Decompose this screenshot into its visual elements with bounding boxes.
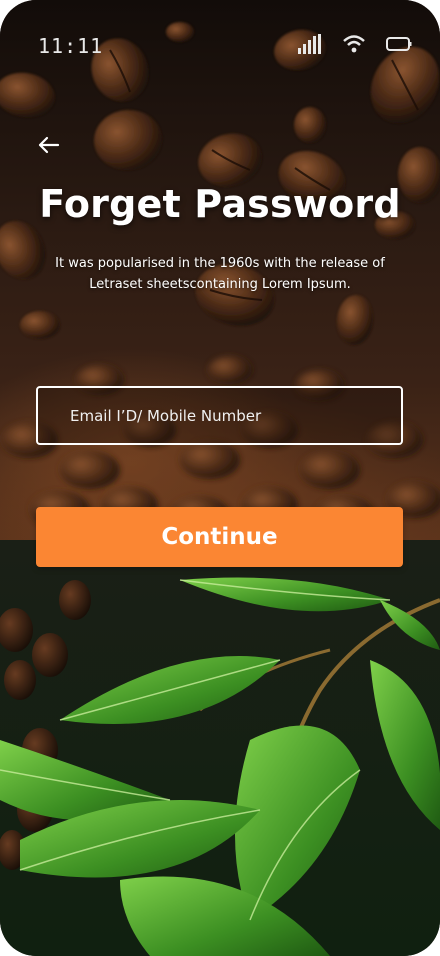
page-title: Forget Password — [39, 182, 401, 226]
signal-icon — [298, 34, 322, 54]
page-subtitle: It was popularised in the 1960s with the… — [55, 256, 385, 292]
coffee-leaves-background — [0, 540, 440, 956]
email-or-mobile-field[interactable] — [36, 386, 403, 445]
status-icons — [298, 34, 412, 54]
back-arrow-icon — [38, 136, 60, 154]
coffee-leaves-illustration — [0, 577, 440, 956]
phone-screen: 11:11 Forget Password It was popularised… — [0, 0, 440, 956]
wifi-icon — [342, 34, 366, 54]
battery-icon — [386, 36, 412, 52]
continue-button[interactable]: Continue — [36, 507, 403, 567]
back-button[interactable] — [34, 130, 64, 160]
status-time: 11:11 — [38, 34, 104, 58]
email-or-mobile-input[interactable] — [38, 388, 401, 443]
status-bar: 11:11 — [0, 28, 440, 64]
